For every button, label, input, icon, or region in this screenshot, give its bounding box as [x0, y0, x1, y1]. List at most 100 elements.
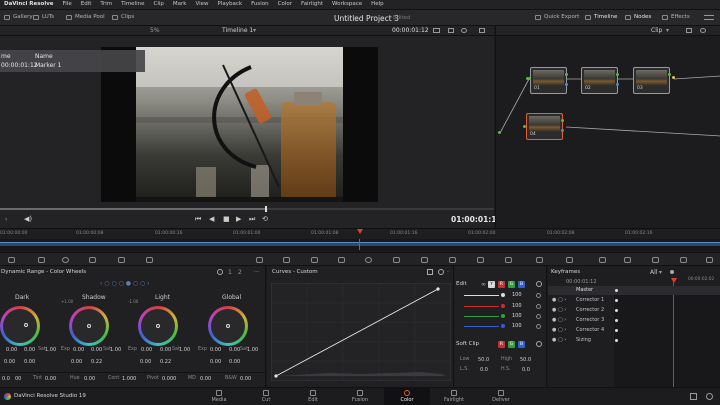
- softclip-b-button[interactable]: B: [518, 341, 525, 348]
- reverse-icon[interactable]: ◀: [209, 216, 214, 223]
- node-input-port[interactable]: [528, 77, 531, 80]
- more-icon[interactable]: ·: [447, 270, 449, 276]
- speaker-icon[interactable]: ◀): [24, 216, 32, 223]
- keyframe-dot[interactable]: [615, 309, 618, 312]
- keyframe-row-corrector-4[interactable]: ● ▢ › Corrector 4: [548, 326, 720, 335]
- quick-export-button[interactable]: Quick Export: [535, 14, 579, 21]
- magic-mask-icon[interactable]: [421, 257, 428, 263]
- curve-graph[interactable]: [271, 283, 451, 381]
- node-editor[interactable]: 01 02 03 04: [495, 36, 720, 228]
- keyframe-row-master[interactable]: Master: [548, 286, 720, 295]
- node-02[interactable]: 02: [581, 67, 618, 94]
- wheel-page-2[interactable]: 2: [238, 270, 242, 276]
- shadow-r-value[interactable]: 0.00: [71, 360, 82, 365]
- page-fusion[interactable]: Fusion: [337, 388, 383, 405]
- kf-row-expand[interactable]: ● ▢ ›: [552, 318, 566, 323]
- page-media[interactable]: Media: [196, 388, 242, 405]
- curves-icon[interactable]: [256, 257, 263, 263]
- keyframe-row-corrector-2[interactable]: ● ▢ › Corrector 2: [548, 306, 720, 315]
- node-output-port[interactable]: [561, 119, 564, 122]
- kf-row-expand[interactable]: ● ▢ ›: [552, 308, 566, 313]
- home-icon[interactable]: [690, 393, 697, 400]
- node-input-port[interactable]: [523, 125, 526, 128]
- contrast-value[interactable]: 1.000: [122, 377, 136, 382]
- menu-playback[interactable]: Playback: [218, 1, 243, 8]
- light-r-value[interactable]: 0.00: [140, 360, 151, 365]
- keyframe-dot[interactable]: [615, 339, 618, 342]
- ls-value[interactable]: 0.0: [480, 368, 488, 373]
- luma-intensity[interactable]: 100: [512, 293, 522, 298]
- menu-mark[interactable]: Mark: [173, 1, 187, 8]
- media-pool-button[interactable]: Media Pool: [66, 14, 105, 21]
- reset-icon[interactable]: [217, 269, 223, 275]
- nodes-toggle[interactable]: Nodes: [625, 14, 651, 21]
- node-01[interactable]: 01: [530, 67, 567, 94]
- clip-mode-dropdown[interactable]: Clip: [651, 28, 662, 34]
- node-output-port[interactable]: [565, 73, 568, 76]
- timeline-ruler[interactable]: 01:00:00:00 01:00:00:08 01:00:00:16 01:0…: [0, 228, 720, 239]
- high-value[interactable]: 50.0: [520, 358, 531, 363]
- channel-r-button[interactable]: R: [498, 281, 505, 288]
- loop-icon[interactable]: ⟲: [262, 216, 268, 223]
- menu-edit[interactable]: Edit: [81, 1, 92, 8]
- more-icon[interactable]: ···: [254, 270, 260, 276]
- timeline-toggle[interactable]: Timeline: [585, 14, 617, 21]
- reset-icon[interactable]: [536, 341, 542, 347]
- timeline-clip[interactable]: [0, 242, 720, 246]
- hdr-icon[interactable]: [89, 257, 96, 263]
- chevron-left-icon[interactable]: ‹: [5, 217, 7, 223]
- skip-end-icon[interactable]: ⏭: [249, 216, 255, 223]
- dark-color-wheel[interactable]: [0, 306, 40, 346]
- kf-row-expand[interactable]: ● ▢ ›: [552, 328, 566, 333]
- page-edit[interactable]: Edit: [290, 388, 336, 405]
- blur-icon[interactable]: [449, 257, 456, 263]
- reset-icon[interactable]: [536, 304, 541, 309]
- reset-icon[interactable]: [536, 324, 541, 329]
- global-b-value[interactable]: 0.00: [229, 360, 240, 365]
- link-icon[interactable]: ∞: [481, 282, 486, 288]
- red-intensity[interactable]: 100: [512, 304, 522, 309]
- node-key-port[interactable]: [616, 83, 619, 86]
- more-tools-icon[interactable]: [706, 257, 713, 263]
- 3d-icon[interactable]: [536, 257, 543, 263]
- effects-toggle[interactable]: Effects: [662, 14, 690, 21]
- menu-view[interactable]: View: [195, 1, 208, 8]
- more-icon[interactable]: [704, 15, 714, 20]
- node-output-port[interactable]: [668, 73, 671, 76]
- menu-file[interactable]: File: [63, 1, 72, 8]
- clips-button[interactable]: Clips: [112, 14, 134, 21]
- dark-sat-value[interactable]: 1.00: [45, 348, 56, 353]
- page-cut[interactable]: Cut: [243, 388, 289, 405]
- curves-mode-icon[interactable]: [427, 269, 433, 275]
- node-03[interactable]: 03: [633, 67, 670, 94]
- dark-b-value[interactable]: 0.00: [24, 360, 35, 365]
- camera-raw-icon[interactable]: [8, 257, 15, 263]
- sizing-icon[interactable]: [505, 257, 512, 263]
- gallery-button[interactable]: Gallery: [4, 14, 33, 21]
- kf-row-expand[interactable]: ● ▢ ›: [552, 298, 566, 303]
- menu-color[interactable]: Color: [278, 1, 292, 8]
- dark-r-value[interactable]: 0.00: [4, 360, 15, 365]
- mode-selector-dots[interactable]: ‹ ○ ○ ○ ● ○ ○ ›: [100, 281, 150, 287]
- light-b-value[interactable]: 0.22: [160, 360, 171, 365]
- skip-start-icon[interactable]: ⏮: [195, 216, 201, 223]
- reset-icon[interactable]: [438, 269, 444, 275]
- shadow-b-value[interactable]: 0.22: [91, 360, 102, 365]
- keyframe-row-corrector-3[interactable]: ● ▢ › Corrector 3: [548, 316, 720, 325]
- color-warper-icon[interactable]: [283, 257, 290, 263]
- stop-icon[interactable]: ■: [223, 216, 230, 223]
- wheel-page-1[interactable]: 1: [228, 270, 232, 276]
- shadow-exp-value[interactable]: 0.00: [73, 348, 84, 353]
- viewer-timecode[interactable]: 00:00:01:12: [392, 28, 429, 34]
- chevron-down-icon[interactable]: ▾: [253, 28, 256, 34]
- page-fairlight[interactable]: Fairlight: [431, 388, 477, 405]
- dark-wheel-handle[interactable]: [24, 323, 28, 327]
- page-deliver[interactable]: Deliver: [478, 388, 524, 405]
- keyframe-row-sizing[interactable]: ● ▢ › Sizing: [548, 336, 720, 345]
- qualifier-picker-icon[interactable]: [338, 257, 345, 263]
- menu-clip[interactable]: Clip: [154, 1, 164, 8]
- global-exp-value[interactable]: 0.00: [210, 348, 221, 353]
- timeline-selector[interactable]: Timeline 1: [222, 28, 253, 34]
- menu-fairlight[interactable]: Fairlight: [301, 1, 323, 8]
- node-zoom-icon[interactable]: [686, 28, 692, 33]
